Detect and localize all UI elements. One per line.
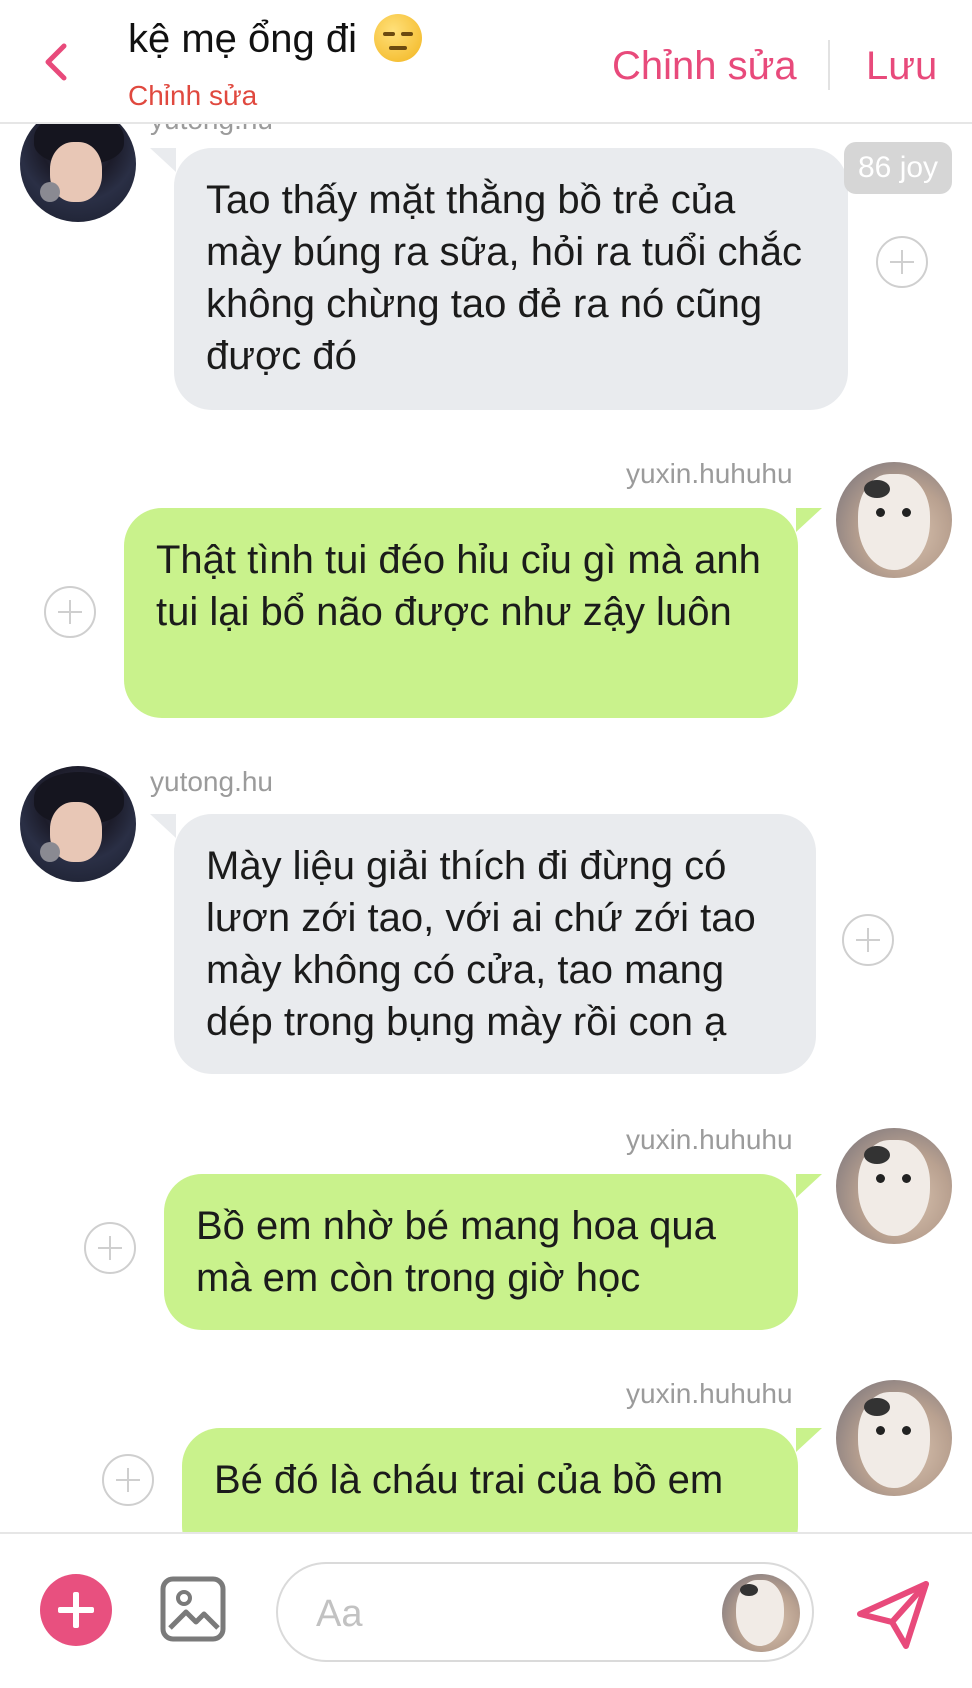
bubble-tail — [150, 814, 176, 838]
back-chevron-icon[interactable] — [36, 40, 80, 84]
message-username: yutong.hu — [150, 122, 273, 136]
chat-header: kệ mẹ ổng đi Chỉnh sửa Chỉnh sửa Lưu — [0, 0, 972, 124]
chat-subtitle[interactable]: Chỉnh sửa — [128, 80, 257, 112]
message-username: yutong.hu — [150, 766, 273, 797]
message-bubble-outgoing[interactable]: Bé đó là cháu trai của bồ em — [182, 1428, 798, 1532]
message-bubble-incoming[interactable]: Tao thấy mặt thằng bồ trẻ của mày búng r… — [174, 148, 848, 410]
add-reaction-icon[interactable] — [876, 236, 928, 288]
message-username: yuxin.huhuhu — [626, 1124, 793, 1155]
message-username: yuxin.huhuhu — [626, 1378, 793, 1409]
save-button[interactable]: Lưu — [866, 44, 937, 89]
add-reaction-icon[interactable] — [842, 914, 894, 966]
message-input-container[interactable] — [276, 1562, 814, 1662]
add-reaction-icon[interactable] — [84, 1222, 136, 1274]
avatar-yuxin[interactable] — [836, 1380, 952, 1496]
header-divider — [828, 40, 830, 90]
avatar-yutong[interactable] — [20, 766, 136, 882]
add-reaction-icon[interactable] — [44, 586, 96, 638]
composer-bar — [0, 1532, 972, 1688]
reaction-badge[interactable]: 86 joy — [844, 142, 953, 194]
message-input[interactable] — [314, 1586, 678, 1642]
message-bubble-incoming[interactable]: Mày liệu giải thích đi đừng có lươn zới … — [174, 814, 816, 1074]
avatar-yuxin[interactable] — [836, 462, 952, 578]
chat-title: kệ mẹ ổng đi — [128, 14, 423, 62]
add-reaction-icon[interactable] — [102, 1454, 154, 1506]
bubble-tail — [796, 508, 822, 532]
unamused-face-icon — [374, 14, 423, 62]
message-bubble-outgoing[interactable]: Bồ em nhờ bé mang hoa qua mà em còn tron… — [164, 1174, 798, 1330]
image-picker-icon[interactable] — [160, 1576, 226, 1642]
avatar-yuxin[interactable] — [836, 1128, 952, 1244]
message-username: yuxin.huhuhu — [626, 458, 793, 489]
avatar-yutong[interactable] — [20, 122, 136, 222]
chat-title-text: kệ mẹ ổng đi — [128, 17, 358, 61]
bubble-tail — [796, 1174, 822, 1198]
message-list[interactable]: yutong.hu Tao thấy mặt thằng bồ trẻ của … — [0, 122, 972, 1532]
message-bubble-outgoing[interactable]: Thật tình tui đéo hỉu cỉu gì mà anh tui … — [124, 508, 798, 718]
persona-avatar[interactable] — [722, 1574, 800, 1652]
add-attachment-button[interactable] — [40, 1574, 112, 1646]
edit-button[interactable]: Chỉnh sửa — [612, 44, 797, 89]
bubble-tail — [150, 148, 176, 172]
send-icon[interactable] — [856, 1580, 930, 1650]
bubble-tail — [796, 1428, 822, 1452]
